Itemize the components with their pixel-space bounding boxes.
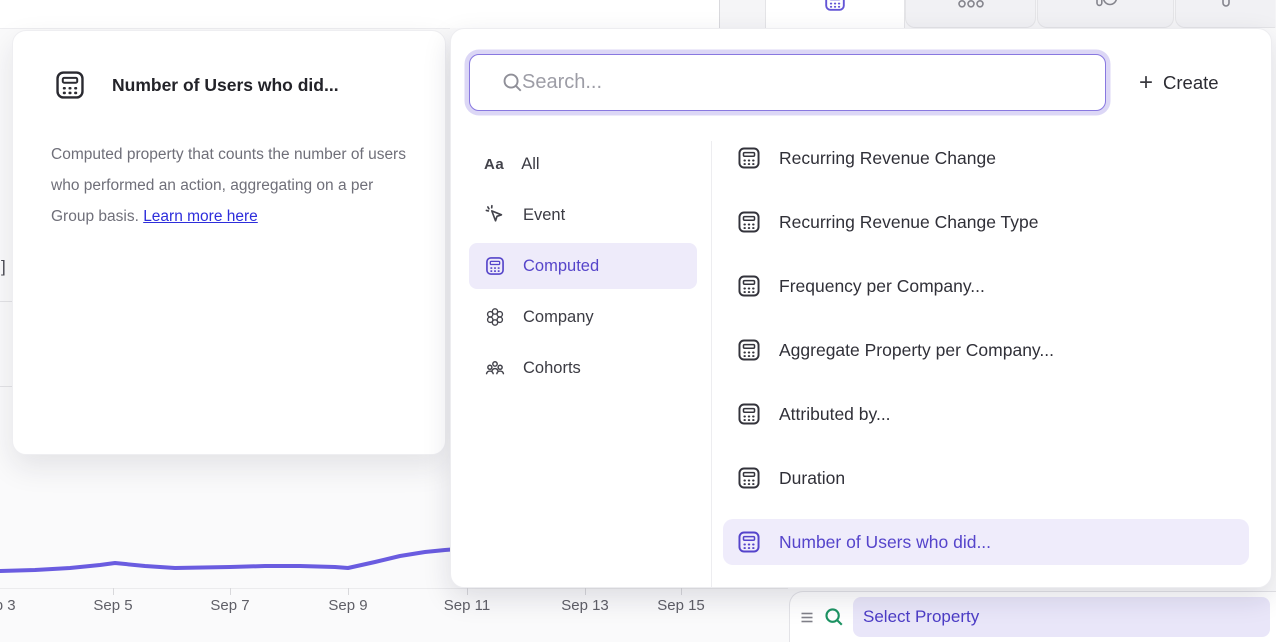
drag-handle-icon[interactable] bbox=[800, 611, 815, 624]
tab-sessions[interactable] bbox=[1175, 0, 1275, 28]
select-property-bar: Select Property bbox=[789, 591, 1276, 642]
query-builder-card-edge bbox=[0, 0, 720, 28]
category-company[interactable]: Company bbox=[469, 294, 697, 340]
search-input[interactable] bbox=[469, 54, 1106, 111]
property-item[interactable]: Aggregate Property per Company... bbox=[723, 330, 1249, 370]
axis-tick bbox=[585, 588, 586, 595]
property-list: Recurring Revenue Change Recurring Reven… bbox=[723, 138, 1249, 562]
x-axis-label: Sep 11 bbox=[425, 597, 509, 614]
plus-icon: + bbox=[1139, 71, 1153, 95]
text-format-icon: Aa bbox=[484, 156, 504, 173]
axis-tick bbox=[467, 588, 468, 595]
calculator-icon bbox=[53, 68, 87, 102]
calculator-icon bbox=[823, 0, 847, 13]
axis-tick bbox=[113, 588, 114, 595]
calculator-icon bbox=[736, 145, 762, 171]
property-item[interactable]: Duration bbox=[723, 458, 1249, 498]
calculator-icon bbox=[736, 529, 762, 555]
select-property-label: Select Property bbox=[863, 607, 979, 627]
x-axis-label: Sep 7 bbox=[188, 597, 272, 614]
learn-more-link[interactable]: Learn more here bbox=[143, 208, 258, 225]
tab-strip bbox=[720, 0, 1276, 28]
category-list: Aa All Event C bbox=[469, 141, 697, 391]
category-computed[interactable]: Computed bbox=[469, 243, 697, 289]
tab-flows[interactable] bbox=[1037, 0, 1174, 28]
x-axis-line bbox=[0, 588, 788, 589]
property-item[interactable]: Recurring Revenue Change Type bbox=[723, 202, 1249, 242]
property-picker-dropdown: + Create Aa All Event bbox=[450, 28, 1272, 588]
x-axis-label: Sep 3 bbox=[0, 597, 38, 614]
header-divider bbox=[0, 28, 450, 29]
calculator-icon bbox=[736, 273, 762, 299]
calculator-icon bbox=[736, 401, 762, 427]
company-cluster-icon bbox=[484, 306, 506, 328]
property-item[interactable]: Frequency per Company... bbox=[723, 266, 1249, 306]
tab-metrics[interactable] bbox=[905, 0, 1036, 28]
x-axis-label: Sep 15 bbox=[639, 597, 723, 614]
x-axis-label: Sep 5 bbox=[71, 597, 155, 614]
property-item-selected[interactable]: Number of Users who did... bbox=[723, 519, 1249, 565]
axis-tick bbox=[348, 588, 349, 595]
calculator-icon bbox=[736, 465, 762, 491]
tab-icon bbox=[1094, 0, 1118, 10]
cursor-click-icon bbox=[484, 204, 506, 226]
tab-icon bbox=[957, 0, 985, 8]
people-icon bbox=[484, 357, 506, 379]
category-cohorts[interactable]: Cohorts bbox=[469, 345, 697, 391]
calculator-icon bbox=[736, 209, 762, 235]
calculator-icon bbox=[736, 337, 762, 363]
property-item[interactable]: Recurring Revenue Change bbox=[723, 138, 1249, 178]
tooltip-description: Computed property that counts the number… bbox=[51, 139, 409, 232]
category-event[interactable]: Event bbox=[469, 192, 697, 238]
tab-properties[interactable] bbox=[765, 0, 905, 28]
property-item[interactable]: Attributed by... bbox=[723, 394, 1249, 434]
axis-tick bbox=[681, 588, 682, 595]
axis-tick bbox=[230, 588, 231, 595]
search-icon[interactable] bbox=[823, 606, 845, 628]
panel-divider bbox=[711, 141, 712, 587]
clipped-text-fragment: ] bbox=[1, 257, 6, 277]
tooltip-title: Number of Users who did... bbox=[112, 75, 339, 96]
category-all[interactable]: Aa All bbox=[469, 141, 697, 187]
calculator-icon bbox=[484, 255, 506, 277]
select-property-pill[interactable]: Select Property bbox=[853, 597, 1270, 637]
tab-icon bbox=[1221, 0, 1231, 8]
property-tooltip-card: Number of Users who did... Computed prop… bbox=[12, 30, 446, 455]
x-axis-label: Sep 9 bbox=[306, 597, 390, 614]
create-button[interactable]: + Create bbox=[1139, 69, 1219, 97]
x-axis-label: Sep 13 bbox=[543, 597, 627, 614]
